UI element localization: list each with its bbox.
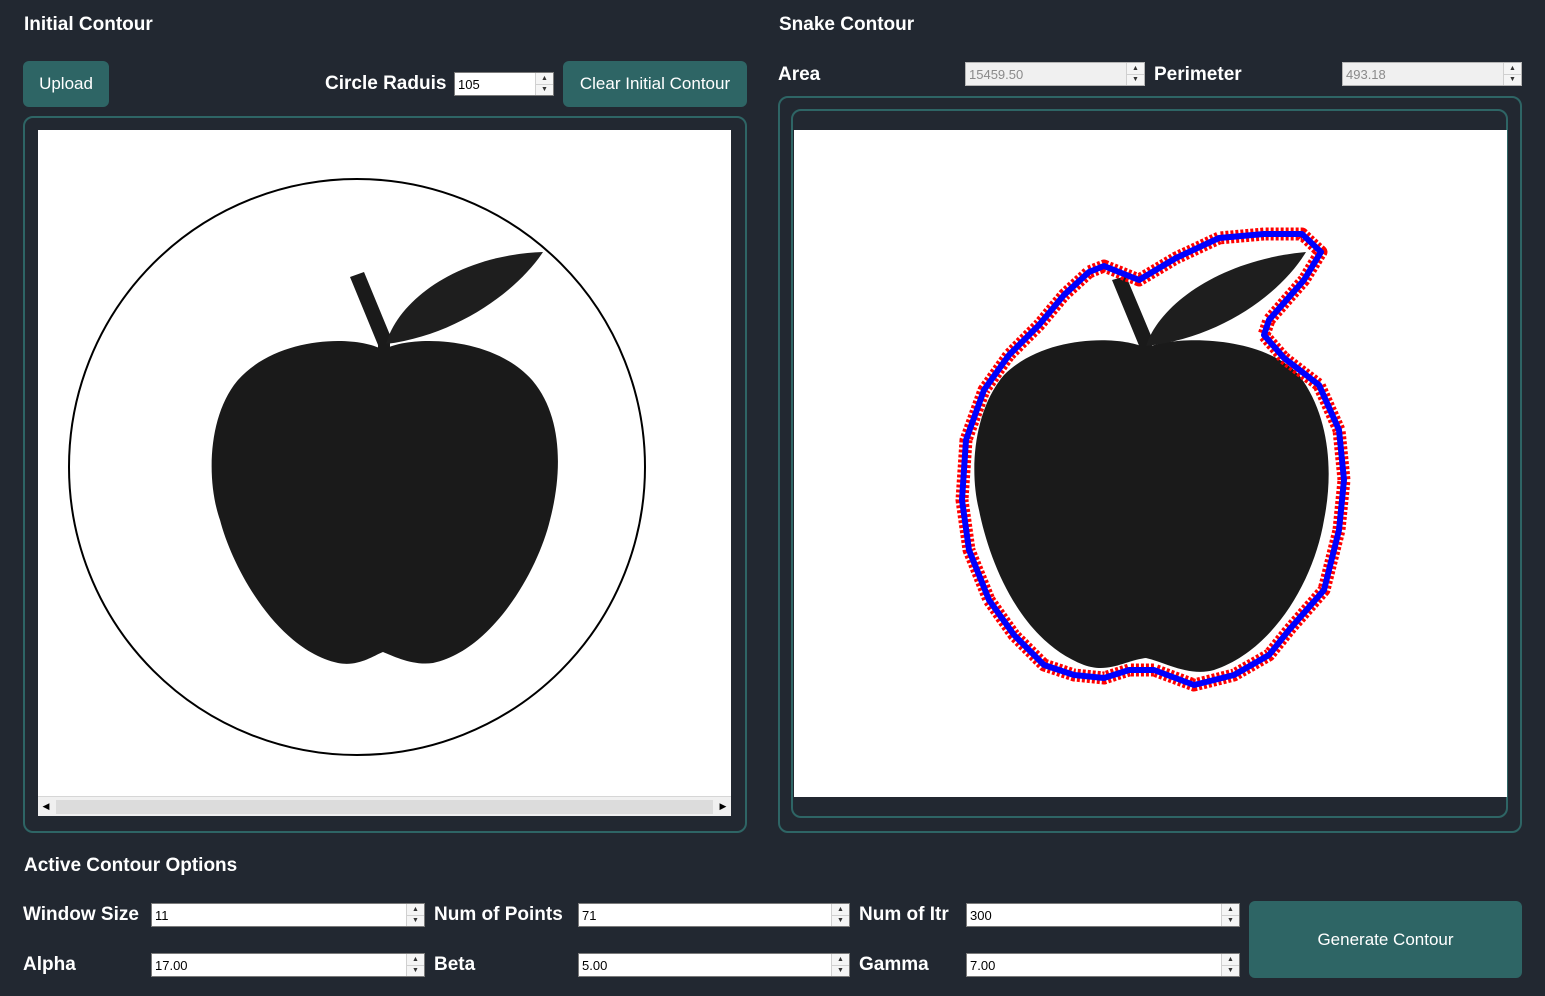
clear-initial-contour-button[interactable]: Clear Initial Contour [563,61,747,107]
triangle-right-icon[interactable]: ▶ [715,799,731,815]
num-itr-input[interactable]: 300 ▲ ▼ [966,903,1240,927]
triangle-up-icon[interactable]: ▲ [536,73,553,84]
beta-label: Beta [434,954,476,975]
apple-leaf [386,252,543,344]
num-itr-value: 300 [970,907,992,923]
scrollbar-thumb[interactable] [56,799,713,814]
triangle-down-icon: ▼ [1504,73,1521,85]
snake-contour-image [955,227,1351,692]
circle-radius-label: Circle Raduis [325,73,447,94]
triangle-up-icon[interactable]: ▲ [832,904,849,915]
triangle-up-icon[interactable]: ▲ [407,904,424,915]
initial-contour-canvas[interactable] [38,130,731,796]
initial-contour-heading: Initial Contour [24,14,153,35]
triangle-down-icon[interactable]: ▼ [832,914,849,926]
num-points-label: Num of Points [434,904,563,925]
circle-radius-value: 105 [458,76,480,92]
area-field: 15459.50 ▲ ▼ [965,62,1145,86]
snake-contour-canvas[interactable] [794,130,1507,797]
triangle-up-icon[interactable]: ▲ [407,954,424,965]
window-size-input[interactable]: 11 ▲ ▼ [151,903,425,927]
triangle-down-icon[interactable]: ▼ [1222,964,1239,976]
active-contour-options-heading: Active Contour Options [24,855,238,876]
triangle-down-icon[interactable]: ▼ [832,964,849,976]
alpha-label: Alpha [23,954,76,975]
horizontal-scrollbar[interactable]: ◀ ▶ [38,796,731,816]
perimeter-label: Perimeter [1154,64,1242,85]
circle-radius-input[interactable]: 105 ▲ ▼ [454,72,554,96]
triangle-up-icon[interactable]: ▲ [1222,954,1239,965]
beta-input[interactable]: 5.00 ▲ ▼ [578,953,850,977]
window-size-value: 11 [155,907,169,923]
triangle-down-icon[interactable]: ▼ [407,914,424,926]
initial-contour-image [68,178,646,756]
num-points-value: 71 [582,907,597,923]
snake-contour-heading: Snake Contour [779,14,915,35]
triangle-down-icon[interactable]: ▼ [407,964,424,976]
alpha-value: 17.00 [155,957,188,973]
beta-value: 5.00 [582,957,608,973]
alpha-input[interactable]: 17.00 ▲ ▼ [151,953,425,977]
window-size-label: Window Size [23,904,139,925]
triangle-up-icon: ▲ [1504,63,1521,74]
generate-contour-button[interactable]: Generate Contour [1249,901,1522,978]
triangle-up-icon[interactable]: ▲ [1222,904,1239,915]
upload-button[interactable]: Upload [23,61,109,107]
gamma-input[interactable]: 7.00 ▲ ▼ [966,953,1240,977]
gamma-label: Gamma [859,954,929,975]
gamma-value: 7.00 [970,957,996,973]
perimeter-field: 493.18 ▲ ▼ [1342,62,1522,86]
num-points-input[interactable]: 71 ▲ ▼ [578,903,850,927]
num-itr-label: Num of Itr [859,904,949,925]
area-value: 15459.50 [969,66,1024,82]
triangle-up-icon: ▲ [1127,63,1144,74]
triangle-left-icon[interactable]: ◀ [38,799,54,815]
triangle-down-icon[interactable]: ▼ [1222,914,1239,926]
triangle-down-icon: ▼ [1127,73,1144,85]
area-label: Area [778,64,821,85]
triangle-down-icon[interactable]: ▼ [536,83,553,95]
triangle-up-icon[interactable]: ▲ [832,954,849,965]
perimeter-value: 493.18 [1346,66,1386,82]
